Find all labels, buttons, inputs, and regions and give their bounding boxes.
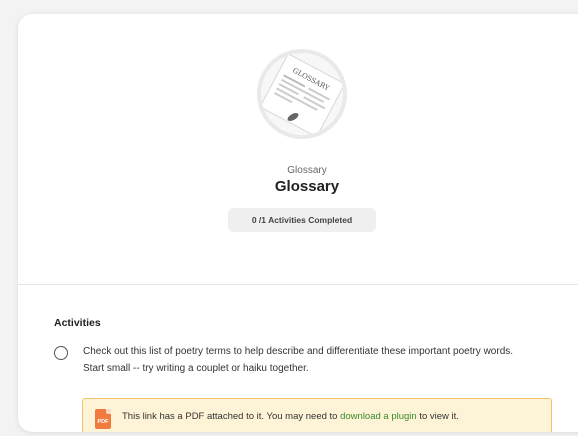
activity-description: Check out this list of poetry terms to h… <box>83 346 514 374</box>
unit-subtitle: Glossary <box>287 165 327 176</box>
glossary-document-image: GLOSSARY <box>261 53 343 135</box>
activities-heading: Activities <box>54 317 101 329</box>
pdf-notice-text: This link has a PDF attached to it. You … <box>122 411 459 422</box>
unit-card: GLOSSARY Glossary Glossary 0 /1 Activiti… <box>18 14 578 432</box>
pdf-icon: PDF <box>95 409 111 429</box>
progress-badge: 0 /1 Activities Completed <box>228 208 376 232</box>
activity-complete-radio[interactable] <box>54 346 68 360</box>
download-plugin-link[interactable]: download a plugin <box>340 411 417 422</box>
notice-text-before: This link has a PDF attached to it. You … <box>122 411 341 422</box>
unit-thumbnail: GLOSSARY <box>257 49 347 139</box>
section-divider <box>18 284 578 285</box>
pdf-notice: PDF This link has a PDF attached to it. … <box>82 398 552 432</box>
notice-text-after: to view it. <box>416 411 459 422</box>
unit-title: Glossary <box>274 178 340 195</box>
